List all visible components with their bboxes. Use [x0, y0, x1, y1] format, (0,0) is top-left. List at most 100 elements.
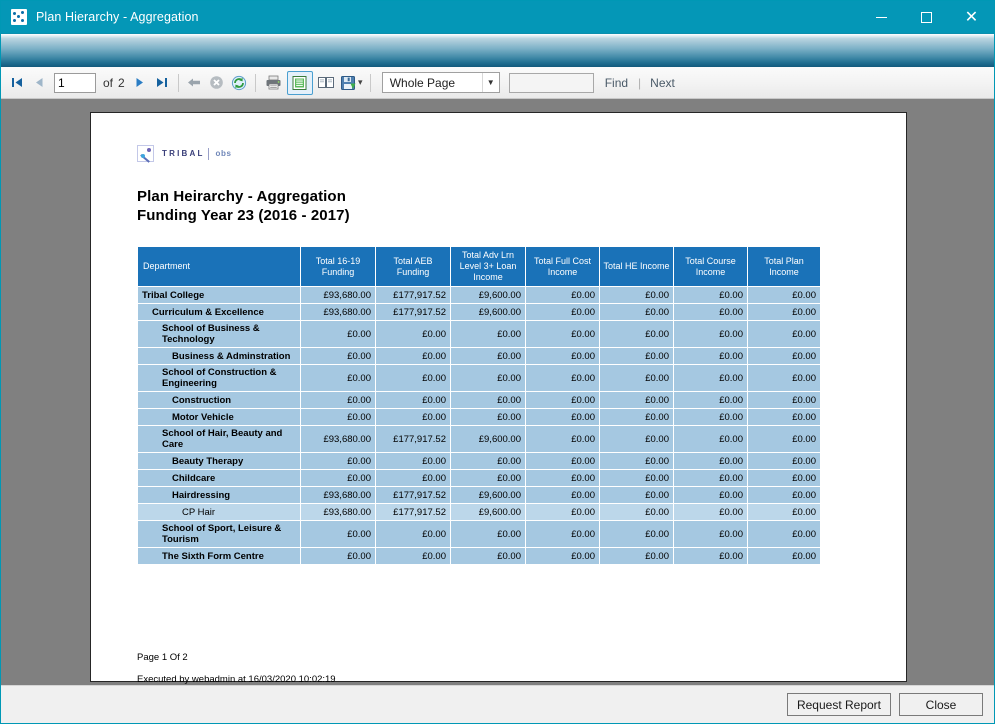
stop-icon — [210, 76, 224, 89]
cell-value: £0.00 — [525, 452, 600, 470]
report-footer-page: Page 1 Of 2 — [137, 652, 188, 663]
refresh-icon — [231, 75, 246, 90]
find-input[interactable] — [508, 72, 594, 93]
cell-value: £0.00 — [673, 391, 748, 409]
banner-strip — [1, 33, 994, 67]
cell-value: £0.00 — [300, 408, 376, 426]
find-next-button[interactable]: Next — [650, 76, 675, 90]
table-row: CP Hair £93,680.00 £177,917.52 £9,600.00 £0.… — [137, 503, 821, 521]
toolbar-separator-1 — [177, 73, 179, 92]
cell-value: £0.00 — [599, 425, 674, 453]
cell-department: Hairdressing — [137, 486, 301, 504]
cell-value: £0.00 — [375, 347, 451, 365]
cell-value: £0.00 — [673, 303, 748, 321]
back-button[interactable] — [184, 71, 206, 95]
cell-value: £0.00 — [300, 364, 376, 392]
cell-value: £0.00 — [747, 425, 821, 453]
chevron-down-icon: ▾ — [357, 77, 363, 87]
first-page-icon — [11, 78, 22, 87]
export-button[interactable]: ▾ — [339, 71, 365, 95]
cell-value: £177,917.52 — [375, 503, 451, 521]
next-page-button[interactable] — [129, 71, 151, 95]
last-page-button[interactable] — [151, 71, 173, 95]
export-save-icon — [340, 75, 356, 90]
cell-value: £0.00 — [525, 320, 600, 348]
close-button[interactable]: Close — [899, 693, 983, 716]
zoom-level-value: Whole Page — [389, 75, 456, 90]
column-header-total-he-income: Total HE Income — [599, 246, 674, 287]
first-page-button[interactable] — [6, 71, 28, 95]
cell-value: £0.00 — [599, 303, 674, 321]
toolbar-separator-4: | — [638, 75, 642, 90]
find-button[interactable]: Find — [605, 76, 628, 90]
logo-product-name: obs — [215, 149, 232, 158]
report-title-line2: Funding Year 23 (2016 - 2017) — [137, 207, 350, 224]
cell-value: £0.00 — [747, 469, 821, 487]
column-header-total-course-income: Total Course Income — [673, 246, 748, 287]
table-row: Beauty Therapy £0.00 £0.00 £0.00 £0.00 £0.00 £… — [137, 452, 821, 470]
table-row: Childcare £0.00 £0.00 £0.00 £0.00 £0.00 £0.00 £… — [137, 469, 821, 487]
cell-value: £0.00 — [599, 391, 674, 409]
close-window-button[interactable]: ✕ — [949, 1, 994, 33]
table-row: School of Construction & Engineering £0.0… — [137, 364, 821, 392]
cell-value: £0.00 — [673, 503, 748, 521]
cell-value: £177,917.52 — [375, 486, 451, 504]
cell-department: School of Hair, Beauty and Care — [137, 425, 301, 453]
column-header-department: Department — [137, 246, 301, 287]
cell-value: £0.00 — [525, 408, 600, 426]
last-page-icon — [157, 78, 168, 87]
table-row: Curriculum & Excellence £93,680.00 £177,91… — [137, 303, 821, 321]
cell-value: £0.00 — [300, 547, 376, 565]
cell-value: £0.00 — [525, 547, 600, 565]
cell-value: £0.00 — [300, 469, 376, 487]
request-report-button[interactable]: Request Report — [786, 693, 891, 716]
cell-value: £93,680.00 — [300, 503, 376, 521]
page-setup-button[interactable] — [313, 71, 339, 95]
cell-value: £0.00 — [450, 347, 526, 365]
table-row: Business & Adminstration £0.00 £0.00 £0.00 £… — [137, 347, 821, 365]
of-label: of — [103, 75, 114, 90]
column-header-total-aeb-funding: Total AEB Funding — [375, 246, 451, 287]
cell-value: £0.00 — [375, 547, 451, 565]
table-header-row: Department Total 16-19 Funding Total AEB… — [137, 246, 821, 287]
logo-wordmark: TRIBAL — [162, 149, 205, 158]
cell-value: £0.00 — [525, 503, 600, 521]
cell-value: £0.00 — [673, 547, 748, 565]
cell-value: £0.00 — [673, 486, 748, 504]
table-row: The Sixth Form Centre £0.00 £0.00 £0.00 £0.0… — [137, 547, 821, 565]
cell-value: £0.00 — [525, 303, 600, 321]
page-number-input[interactable] — [54, 72, 96, 93]
report-title: Plan Heirarchy - Aggregation Funding Yea… — [137, 187, 906, 225]
print-layout-button[interactable] — [286, 70, 313, 95]
chevron-down-icon: ▼ — [481, 73, 499, 92]
column-header-total-full-cost-income: Total Full Cost Income — [525, 246, 600, 287]
report-viewport[interactable]: TRIBAL obs Plan Heirarchy - Aggregation … — [1, 99, 994, 685]
next-page-icon — [136, 78, 144, 87]
previous-page-icon — [35, 78, 42, 87]
cell-department: Beauty Therapy — [137, 452, 301, 470]
cell-value: £0.00 — [300, 391, 376, 409]
cell-department: Construction — [137, 391, 301, 409]
window-controls: ✕ — [859, 1, 994, 33]
cell-department: The Sixth Form Centre — [137, 547, 301, 565]
close-icon: ✕ — [964, 7, 979, 26]
refresh-button[interactable] — [228, 71, 250, 95]
cell-value: £93,680.00 — [300, 486, 376, 504]
stop-button[interactable] — [206, 71, 228, 95]
previous-page-button[interactable] — [28, 71, 50, 95]
maximize-button[interactable] — [904, 1, 949, 33]
cell-value: £0.00 — [450, 408, 526, 426]
zoom-level-select[interactable]: Whole Page ▼ — [381, 72, 500, 93]
toolbar-separator-3 — [369, 73, 371, 92]
minimize-button[interactable] — [859, 1, 904, 33]
cell-value: £0.00 — [450, 364, 526, 392]
print-button[interactable] — [261, 71, 287, 95]
cell-value: £0.00 — [673, 347, 748, 365]
cell-value: £0.00 — [673, 286, 748, 304]
cell-value: £0.00 — [525, 347, 600, 365]
cell-value: £0.00 — [300, 452, 376, 470]
report-viewer-toolbar: of 2 — [1, 67, 994, 99]
cell-value: £0.00 — [525, 364, 600, 392]
cell-value: £0.00 — [747, 347, 821, 365]
cell-value: £0.00 — [673, 425, 748, 453]
